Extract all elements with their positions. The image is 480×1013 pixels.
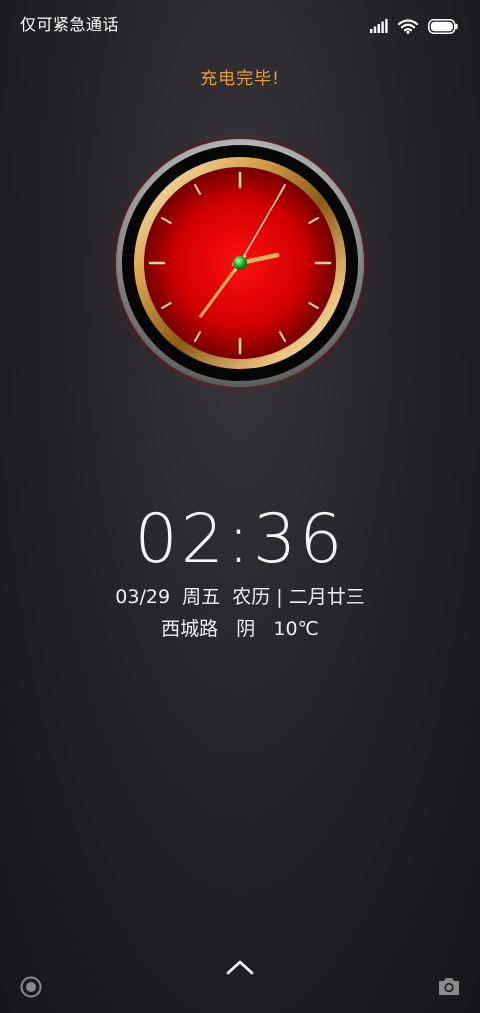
digital-time: 02:36 [134,500,346,579]
date-line: 03/29 周五 农历 | 二月廿三 [0,584,480,610]
weather-text: 阴 [236,618,256,640]
weather-line: 西城路 阴 10℃ [0,616,480,642]
chevron-up-icon[interactable] [226,958,254,976]
location-text: 西城路 [161,618,219,640]
temperature-text: 10℃ [273,618,319,640]
carrier-status-text: 仅可紧急通话 [20,15,120,34]
lock-screen: 仅可紧急通话 充电完毕! 02:36 03/29 周五 农历 | 二月廿三 西城… [0,0,480,1013]
lunar-separator: | [276,586,283,608]
status-icons [370,17,458,35]
clock-center-pin [233,256,247,270]
bottom-bar [0,950,480,1010]
signal-icon [370,19,388,33]
lunar-label: 农历 [232,586,271,608]
lunar-date: 二月廿三 [288,586,365,608]
weekday-text: 周五 [182,586,221,608]
analog-clock [110,133,370,393]
battery-icon [428,18,458,34]
record-circle-icon[interactable] [20,976,42,998]
status-bar: 仅可紧急通话 [0,0,480,52]
wifi-icon [398,18,418,34]
camera-icon[interactable] [438,976,460,996]
charge-complete-message: 充电完毕! [200,69,280,89]
date-text: 03/29 [115,586,171,608]
